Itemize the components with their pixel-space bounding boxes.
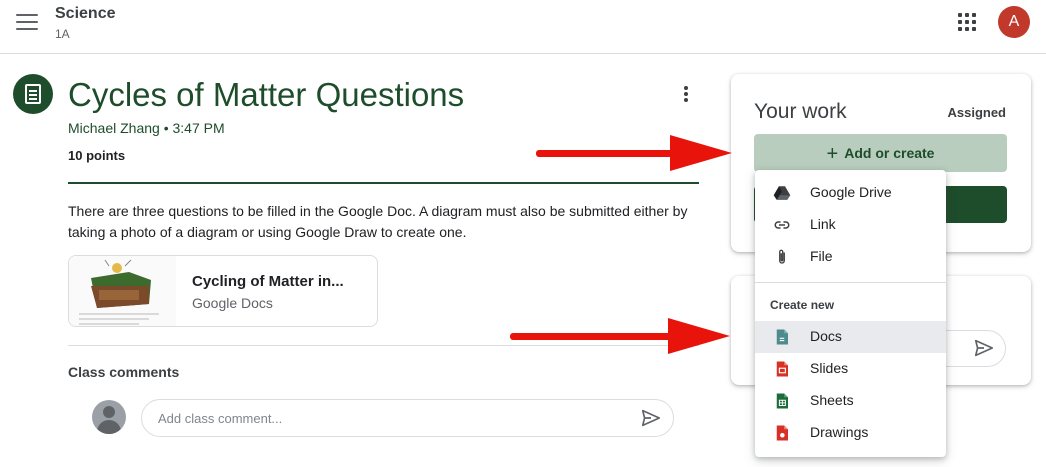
add-or-create-button[interactable]: + Add or create — [754, 134, 1007, 172]
google-drive-icon — [773, 186, 791, 200]
menu-item-docs[interactable]: Docs — [755, 321, 946, 353]
create-new-label: Create new — [770, 298, 835, 312]
menu-item-sheets[interactable]: Sheets — [755, 385, 946, 417]
class-name[interactable]: Science — [55, 5, 115, 23]
send-icon[interactable] — [640, 407, 662, 429]
menu-divider — [755, 282, 946, 283]
work-status-badge: Assigned — [947, 105, 1006, 120]
red-arrow-add-or-create — [536, 135, 732, 171]
menu-icon[interactable] — [16, 14, 38, 32]
menu-item-file[interactable]: File — [755, 241, 946, 273]
drawings-icon — [776, 425, 788, 441]
attachment-card[interactable]: Cycling of Matter in... Google Docs — [68, 255, 378, 327]
docs-icon — [776, 329, 788, 345]
menu-item-label: Docs — [810, 328, 842, 344]
class-comment-input[interactable] — [141, 399, 674, 437]
menu-item-label: Google Drive — [810, 184, 892, 200]
private-send-icon[interactable] — [973, 337, 995, 359]
header-divider — [68, 182, 699, 184]
menu-item-label: Sheets — [810, 392, 854, 408]
class-section: 1A — [55, 27, 70, 41]
slides-icon — [776, 361, 788, 377]
attachment-type: Google Docs — [192, 295, 273, 311]
menu-item-label: Link — [810, 216, 836, 232]
top-bar: Science 1A A — [0, 0, 1046, 54]
menu-item-google-drive[interactable]: Google Drive — [755, 177, 946, 209]
user-avatar — [92, 400, 126, 434]
link-icon — [774, 221, 790, 229]
your-work-title: Your work — [754, 100, 847, 123]
menu-item-drawings[interactable]: Drawings — [755, 417, 946, 449]
red-arrow-docs — [510, 318, 730, 354]
plus-icon: + — [826, 143, 839, 165]
menu-item-label: File — [810, 248, 833, 264]
assignment-points: 10 points — [68, 148, 126, 163]
assignment-icon — [13, 74, 53, 114]
assignment-description: There are three questions to be filled i… — [68, 203, 688, 240]
paperclip-icon — [779, 249, 785, 264]
add-or-create-label: Add or create — [844, 145, 935, 161]
menu-item-slides[interactable]: Slides — [755, 353, 946, 385]
more-options-icon[interactable] — [682, 86, 690, 104]
account-avatar[interactable]: A — [998, 6, 1030, 38]
menu-item-label: Drawings — [810, 424, 869, 440]
class-comments-label: Class comments — [68, 364, 180, 380]
assignment-meta: Michael Zhang • 3:47 PM — [68, 120, 225, 136]
sheets-icon — [776, 393, 788, 409]
menu-item-label: Slides — [810, 360, 849, 376]
attachment-thumbnail — [69, 256, 176, 326]
assignment-title: Cycles of Matter Questions — [68, 76, 465, 113]
menu-item-link[interactable]: Link — [755, 209, 946, 241]
add-or-create-menu: Google Drive Link File Create new Docs S… — [755, 170, 946, 457]
apps-grid-icon[interactable] — [958, 13, 976, 31]
attachment-title: Cycling of Matter in... — [192, 273, 344, 290]
